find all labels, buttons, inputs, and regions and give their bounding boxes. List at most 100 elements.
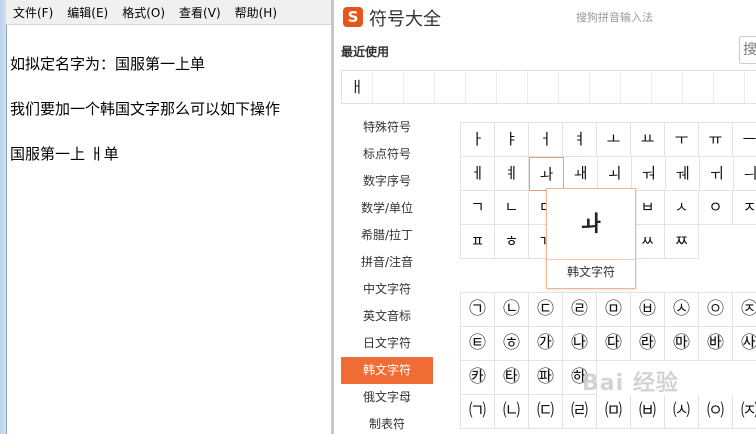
symbol-cell[interactable]: ㅆ <box>631 225 665 259</box>
recent-symbol-cell[interactable] <box>559 71 590 103</box>
symbol-cell[interactable]: ㈁ <box>495 395 529 429</box>
symbol-cell[interactable]: ㅞ <box>666 157 700 191</box>
symbol-cell[interactable]: ㉡ <box>495 293 529 327</box>
recent-symbol-cell[interactable] <box>714 71 745 103</box>
category-item[interactable]: 希腊/拉丁 <box>341 222 433 249</box>
symbol-cell[interactable]: ㈄ <box>597 395 631 429</box>
symbol-cell[interactable]: ㉹ <box>495 361 529 395</box>
recent-symbol-cell[interactable] <box>745 71 756 103</box>
symbol-cell[interactable]: ㉠ <box>461 293 495 327</box>
symbol-cell[interactable]: ㉸ <box>461 361 495 395</box>
symbol-cell[interactable]: ㅚ <box>598 157 632 191</box>
symbol-cell[interactable]: ㅍ <box>461 225 495 259</box>
symbol-cell[interactable]: ㅎ <box>495 225 529 259</box>
symbol-cell[interactable]: ㉳ <box>699 327 733 361</box>
symbol-cell[interactable]: ㈈ <box>733 395 756 429</box>
symbol-cell[interactable]: ㉥ <box>631 293 665 327</box>
recent-symbol-cell[interactable] <box>528 71 559 103</box>
notepad-window: 文件(F) 编辑(E) 格式(O) 查看(V) 帮助(H) 如拟定名字为：国服第… <box>0 0 334 434</box>
symbol-cell[interactable]: ㅑ <box>495 123 529 157</box>
symbol-cell[interactable]: ㅠ <box>699 123 733 157</box>
symbol-cell[interactable]: ㅝ <box>632 157 666 191</box>
category-item[interactable]: 标点符号 <box>341 141 433 168</box>
symbol-cell[interactable]: ㅙ <box>564 157 598 191</box>
symbol-cell[interactable]: ㅢ <box>734 157 756 191</box>
symbol-cell[interactable]: ㉭ <box>495 327 529 361</box>
category-item[interactable]: 制表符 <box>341 411 433 434</box>
symbol-cell[interactable]: ㉲ <box>665 327 699 361</box>
symbol-cell[interactable]: ㉰ <box>597 327 631 361</box>
menu-edit[interactable]: 编辑(E) <box>60 4 115 21</box>
category-item[interactable]: 俄文字母 <box>341 384 433 411</box>
symbol-cell[interactable]: ㉫ <box>461 327 495 361</box>
symbol-cell[interactable]: ㅟ <box>700 157 734 191</box>
symbol-cell[interactable]: ㈆ <box>665 395 699 429</box>
category-item[interactable]: 拼音/注音 <box>341 249 433 276</box>
category-item[interactable]: 数字序号 <box>341 168 433 195</box>
recent-symbol-cell[interactable] <box>621 71 652 103</box>
sogou-logo-icon: S <box>343 7 363 27</box>
symbol-cell[interactable]: ㉺ <box>529 361 563 395</box>
symbol-cell[interactable]: ㅂ <box>631 191 665 225</box>
recent-symbol-cell[interactable] <box>435 71 466 103</box>
recent-symbols-row: ㅐ <box>341 70 756 104</box>
symbol-cell[interactable]: ㈂ <box>529 395 563 429</box>
symbol-cell[interactable]: ㉱ <box>631 327 665 361</box>
menu-format[interactable]: 格式(O) <box>115 4 172 21</box>
symbol-cell[interactable]: ㉮ <box>529 327 563 361</box>
symbol-cell[interactable]: ㄴ <box>495 191 529 225</box>
symbol-cell[interactable]: ㄱ <box>461 191 495 225</box>
symbol-cell[interactable]: ㅓ <box>529 123 563 157</box>
text-line: 我们要加一个韩国文字那么可以如下操作 <box>10 100 281 118</box>
recent-symbol-cell[interactable]: ㅐ <box>342 71 373 103</box>
recent-symbol-cell[interactable] <box>373 71 404 103</box>
recent-symbol-cell[interactable] <box>404 71 435 103</box>
category-item[interactable]: 韩文字符 <box>341 357 433 384</box>
symbol-row: ㉫㉭㉮㉯㉰㉱㉲㉳㉴ <box>461 327 756 361</box>
symbol-cell[interactable]: ㅇ <box>699 191 733 225</box>
symbol-cell[interactable]: ㈃ <box>563 395 597 429</box>
symbol-cell[interactable]: ㅅ <box>665 191 699 225</box>
symbol-cell[interactable]: ㅏ <box>461 123 495 157</box>
symbol-cell[interactable]: ㅛ <box>631 123 665 157</box>
menu-file[interactable]: 文件(F) <box>6 4 60 21</box>
menu-help[interactable]: 帮助(H) <box>228 4 284 21</box>
symbol-cell[interactable]: ㅈ <box>733 191 756 225</box>
symbol-cell[interactable]: ㅔ <box>461 157 495 191</box>
symbol-cell[interactable]: ㉧ <box>699 293 733 327</box>
symbol-cell[interactable]: ㉢ <box>529 293 563 327</box>
symbol-cell[interactable]: ㅕ <box>563 123 597 157</box>
symbol-cell[interactable]: ㉨ <box>733 293 756 327</box>
recent-symbol-cell[interactable] <box>683 71 714 103</box>
symbol-cell[interactable]: ㈀ <box>461 395 495 429</box>
baidu-watermark: Bai 经验 <box>582 365 679 397</box>
symbol-cell[interactable]: ㅉ <box>665 225 699 259</box>
search-input[interactable]: 搜 <box>739 36 756 64</box>
recent-symbol-cell[interactable] <box>590 71 621 103</box>
category-item[interactable]: 特殊符号 <box>341 114 433 141</box>
menu-view[interactable]: 查看(V) <box>172 4 228 21</box>
symbol-cell[interactable]: ㉦ <box>665 293 699 327</box>
recent-symbol-cell[interactable] <box>466 71 497 103</box>
category-item[interactable]: 日文字符 <box>341 330 433 357</box>
circled-hangul-grid: ㉠㉡㉢㉣㉤㉥㉦㉧㉨㉫㉭㉮㉯㉰㉱㉲㉳㉴㉸㉹㉺㉻㈀㈁㈂㈃㈄㈅㈆㈇㈈ <box>460 292 756 429</box>
recent-symbol-cell[interactable] <box>497 71 528 103</box>
symbol-cell[interactable]: ㅗ <box>597 123 631 157</box>
symbol-cell[interactable]: ㉣ <box>563 293 597 327</box>
symbol-cell[interactable]: ㈇ <box>699 395 733 429</box>
category-item[interactable]: 数学/单位 <box>341 195 433 222</box>
symbol-cell[interactable]: ㉴ <box>733 327 756 361</box>
symbol-cell[interactable]: ㅜ <box>665 123 699 157</box>
preview-label: 韩文字符 <box>566 265 615 279</box>
symbol-cell[interactable]: ㅖ <box>495 157 529 191</box>
notepad-text-area[interactable]: 如拟定名字为：国服第一上单 我们要加一个韩国文字那么可以如下操作 国服第一上 ㅐ… <box>10 27 325 192</box>
symbol-cell[interactable]: ㅘ <box>529 157 564 191</box>
category-item[interactable]: 中文字符 <box>341 276 433 303</box>
symbol-cell[interactable]: ㉯ <box>563 327 597 361</box>
preview-char: ㅘ <box>580 212 602 237</box>
symbol-cell[interactable]: ㅡ <box>733 123 756 157</box>
category-item[interactable]: 英文音标 <box>341 303 433 330</box>
recent-symbol-cell[interactable] <box>652 71 683 103</box>
symbol-cell[interactable]: ㉤ <box>597 293 631 327</box>
symbol-cell[interactable]: ㈅ <box>631 395 665 429</box>
